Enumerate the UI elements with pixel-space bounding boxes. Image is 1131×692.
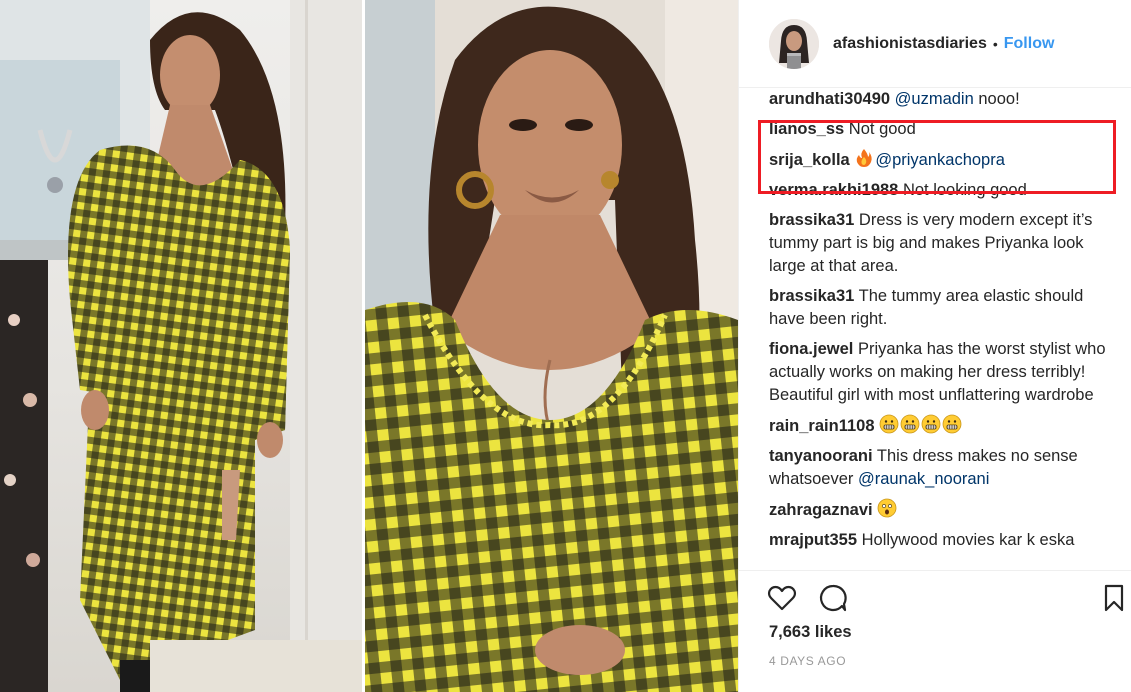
comment-username[interactable]: rain_rain1108 bbox=[769, 417, 875, 435]
comment-item-highlighted: brassika31 Dress is very modern except i… bbox=[769, 209, 1118, 278]
avatar-illustration bbox=[769, 18, 819, 69]
comment-username[interactable]: zahragaznavi bbox=[769, 501, 873, 519]
comment-item: arundhati30490 @uzmadin nooo! bbox=[769, 88, 1118, 111]
grimacing-face-emoji-icon bbox=[900, 414, 920, 434]
post-header: afashionistasdiaries • Follow bbox=[739, 0, 1131, 88]
close-up-photo bbox=[365, 0, 738, 692]
likes-count[interactable]: 7,663 likes bbox=[769, 623, 852, 642]
comment-username[interactable]: brassika31 bbox=[769, 287, 854, 305]
comment-item: tanyanoorani This dress makes no sense w… bbox=[769, 445, 1118, 491]
grimacing-face-emoji-icon bbox=[879, 414, 899, 434]
avatar[interactable] bbox=[769, 18, 819, 69]
post-sidebar: afashionistasdiaries • Follow arundhati3… bbox=[738, 0, 1131, 692]
comment-icon[interactable] bbox=[818, 583, 848, 613]
comment-username[interactable]: mrajput355 bbox=[769, 531, 857, 549]
comment-item: mrajput355 Hollywood movies kar k eska bbox=[769, 529, 1118, 552]
comment-item: fiona.jewel Priyanka has the worst styli… bbox=[769, 338, 1118, 407]
heart-icon[interactable] bbox=[767, 583, 797, 613]
full-length-photo-illustration bbox=[0, 0, 362, 692]
grimacing-face-emoji-icon bbox=[921, 414, 941, 434]
comment-mention[interactable]: @uzmadin bbox=[895, 90, 974, 108]
comment-text: nooo! bbox=[973, 90, 1020, 108]
grimacing-face-emoji-icon bbox=[942, 414, 962, 434]
bookmark-icon[interactable] bbox=[1099, 583, 1129, 613]
comment-item: brassika31 The tummy area elastic should… bbox=[769, 285, 1118, 331]
close-up-photo-illustration bbox=[365, 0, 738, 692]
comment-username[interactable]: tanyanoorani bbox=[769, 447, 873, 465]
comment-text: Hollywood movies kar k eska bbox=[857, 531, 1075, 549]
header-separator: • bbox=[992, 35, 998, 52]
comment-item: rain_rain1108 bbox=[769, 414, 1118, 438]
comment-mention[interactable]: @raunak_noorani bbox=[858, 470, 989, 488]
comment-username[interactable]: brassika31 bbox=[769, 211, 854, 229]
post-photo-collage bbox=[0, 0, 738, 692]
astonished-face-emoji-icon bbox=[877, 498, 897, 518]
post-timestamp[interactable]: 4 DAYS AGO bbox=[769, 654, 846, 668]
full-length-photo bbox=[0, 0, 362, 692]
post-actions: 7,663 likes 4 DAYS AGO bbox=[739, 570, 1131, 692]
follow-button[interactable]: Follow bbox=[1004, 35, 1055, 53]
comment-username[interactable]: fiona.jewel bbox=[769, 340, 853, 358]
comment-item: zahragaznavi bbox=[769, 498, 1118, 522]
header-username[interactable]: afashionistasdiaries bbox=[833, 35, 987, 53]
comment-username[interactable]: arundhati30490 bbox=[769, 90, 890, 108]
highlight-annotation-box bbox=[758, 120, 1116, 194]
